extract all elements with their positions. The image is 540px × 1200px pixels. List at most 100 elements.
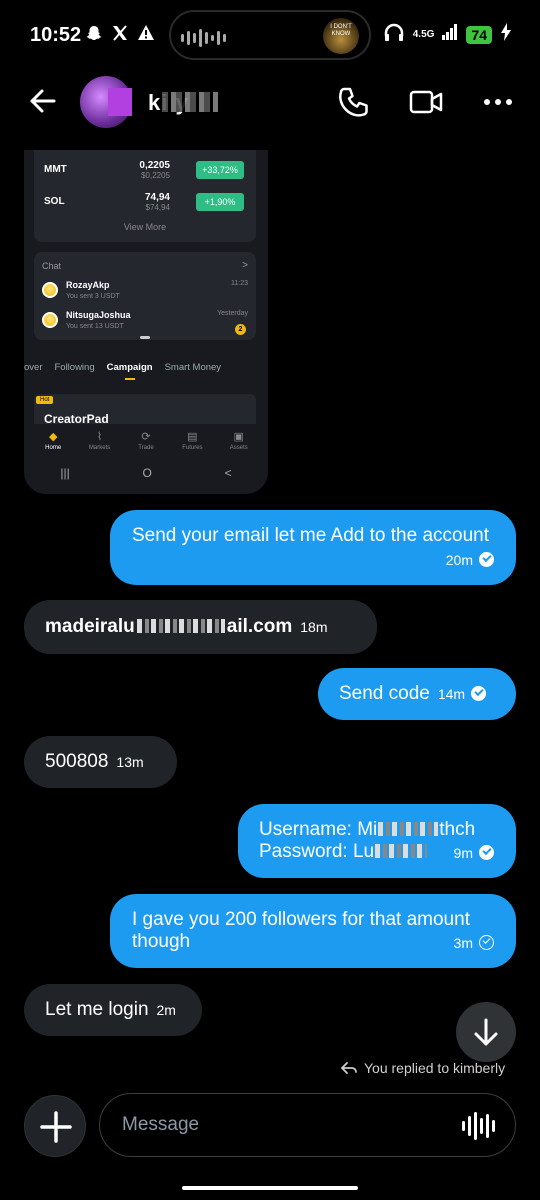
battery-level: 74 xyxy=(466,25,492,44)
dynamic-island[interactable]: I DON'T KNOW xyxy=(169,10,371,60)
pager-dots xyxy=(140,336,150,339)
scroll-to-bottom-button[interactable] xyxy=(456,1002,516,1062)
view-more-link: View More xyxy=(123,222,167,232)
status-bar: 10:52 I DON'T KNOW 4.5G 74 xyxy=(0,0,540,70)
chat-list-item: RozayAkp You sent 3 USDT 11:23 xyxy=(42,278,248,308)
warning-icon xyxy=(137,24,155,47)
replied-note-text: You replied to kimberly xyxy=(364,1060,506,1076)
chat-preview: You sent 3 USDT xyxy=(66,293,120,300)
tab-over: over xyxy=(24,362,43,373)
message-meta: 20m xyxy=(438,549,494,571)
avatar xyxy=(42,282,58,298)
coin-row: SOL 74,94 $74,94 +1,90% xyxy=(34,188,256,218)
coin-price: 74,94 $74,94 xyxy=(144,192,170,212)
read-check-icon xyxy=(479,845,494,860)
voice-message-button[interactable] xyxy=(462,1112,495,1140)
chart-icon: ⌇ xyxy=(96,431,103,443)
more-options-button[interactable] xyxy=(482,84,518,120)
add-attachment-button[interactable] xyxy=(24,1095,86,1157)
name-redaction xyxy=(162,92,218,112)
x-logo-icon xyxy=(111,24,129,47)
message-text: ail.com xyxy=(226,616,293,637)
message-bubble-outgoing[interactable]: Username: Mi thch Password: Lu 9m xyxy=(238,804,516,878)
message-time: 3m xyxy=(453,935,473,951)
message-line: Username: Mi thch xyxy=(259,819,476,840)
feed-tabs: over Following Campaign Smart Money xyxy=(24,362,268,386)
message-bubble-incoming[interactable]: madeiralu ail.com 18m xyxy=(24,600,377,654)
message-text: Let me login xyxy=(45,999,149,1020)
message-text: 500808 xyxy=(45,751,109,772)
voice-call-button[interactable] xyxy=(336,84,372,120)
avatar-redaction xyxy=(108,88,132,116)
more-icon xyxy=(484,99,512,105)
coin-price: 0,2205 $0,2205 xyxy=(139,160,170,180)
network-type: 4.5G xyxy=(412,28,435,40)
wallet-icon: ▣ xyxy=(233,431,244,443)
tab-campaign: Campaign xyxy=(107,362,153,386)
chat-name: RozayAkp xyxy=(66,280,110,290)
phone-icon xyxy=(339,87,368,117)
chat-time: 11:23 xyxy=(231,280,248,287)
plus-icon xyxy=(40,1111,72,1143)
trade-icon: ⟳ xyxy=(141,431,151,443)
read-check-icon xyxy=(471,686,487,701)
nav-assets: ▣ Assets xyxy=(219,424,259,460)
message-meta: 3m xyxy=(446,932,494,954)
home-icon: O xyxy=(142,466,152,480)
futures-icon: ▤ xyxy=(187,431,198,443)
message-bubble-outgoing[interactable]: Send code 14m xyxy=(318,668,516,720)
replied-note: You replied to kimberly xyxy=(340,1060,505,1076)
hot-badge: Hot xyxy=(36,396,54,404)
audio-wave-icon xyxy=(181,29,226,47)
message-bubble-outgoing[interactable]: Send your email let me Add to the accoun… xyxy=(110,510,516,585)
back-icon: < xyxy=(224,466,232,480)
video-icon xyxy=(409,90,443,114)
chat-card: Chat > RozayAkp You sent 3 USDT 11:23 Ni… xyxy=(34,252,256,340)
recents-icon: ||| xyxy=(60,466,70,480)
tab-smart-money: Smart Money xyxy=(164,362,222,373)
status-right-icons: 4.5G 74 xyxy=(383,22,512,47)
coin-name: SOL xyxy=(44,196,65,207)
status-notification-icons xyxy=(85,24,155,47)
conversation-header: ki y xyxy=(0,70,540,134)
now-playing-artwork: I DON'T KNOW xyxy=(323,18,359,54)
binance-logo-icon: ◆ xyxy=(48,431,58,443)
message-bubble-outgoing[interactable]: I gave you 200 followers for that amount… xyxy=(110,894,516,968)
username-redaction xyxy=(378,822,439,836)
message-time: 20m xyxy=(445,552,473,568)
snapchat-icon xyxy=(85,24,103,47)
nav-trade: ⟳ Trade xyxy=(126,424,166,460)
email-redaction xyxy=(136,619,225,633)
system-nav-bar: ||| O < xyxy=(24,466,268,490)
message-text: Send code xyxy=(339,683,430,704)
status-time: 10:52 xyxy=(30,24,82,46)
message-bubble-incoming[interactable]: 500808 13m xyxy=(24,736,177,788)
chat-name: NitsugaJoshua xyxy=(66,310,131,320)
unread-badge: 2 xyxy=(235,324,246,335)
coin-name: MMT xyxy=(44,164,67,175)
message-text: madeiralu xyxy=(45,616,135,637)
arrow-down-icon xyxy=(474,1018,498,1046)
back-button[interactable] xyxy=(28,86,58,116)
tab-following: Following xyxy=(54,362,95,373)
reply-icon xyxy=(340,1062,357,1074)
message-composer[interactable] xyxy=(99,1093,516,1157)
coin-change-badge: +1,90% xyxy=(196,193,244,211)
shared-screenshot-image[interactable]: MMT 0,2205 $0,2205 +33,72% SOL 74,94 $74,9… xyxy=(24,150,268,494)
read-check-icon xyxy=(479,552,494,567)
nav-futures: ▤ Futures xyxy=(172,424,212,460)
chat-card-title: Chat xyxy=(42,261,62,271)
back-arrow-icon xyxy=(30,89,56,113)
message-text: I gave you 200 followers for that amount… xyxy=(132,909,470,952)
message-bubble-incoming[interactable]: Let me login 2m xyxy=(24,984,202,1036)
message-time: 18m xyxy=(300,619,328,635)
home-indicator xyxy=(182,1186,358,1190)
sent-check-icon xyxy=(479,935,494,950)
message-text: Send your email let me Add to the accoun… xyxy=(132,525,489,546)
message-input[interactable] xyxy=(122,1108,442,1142)
chat-preview: You sent 13 USDT xyxy=(66,323,124,330)
chat-time: Yesterday xyxy=(217,310,248,317)
nav-home: ◆ Home xyxy=(33,424,73,460)
coin-list-card: MMT 0,2205 $0,2205 +33,72% SOL 74,94 $74,9… xyxy=(34,150,256,242)
video-call-button[interactable] xyxy=(408,84,444,120)
